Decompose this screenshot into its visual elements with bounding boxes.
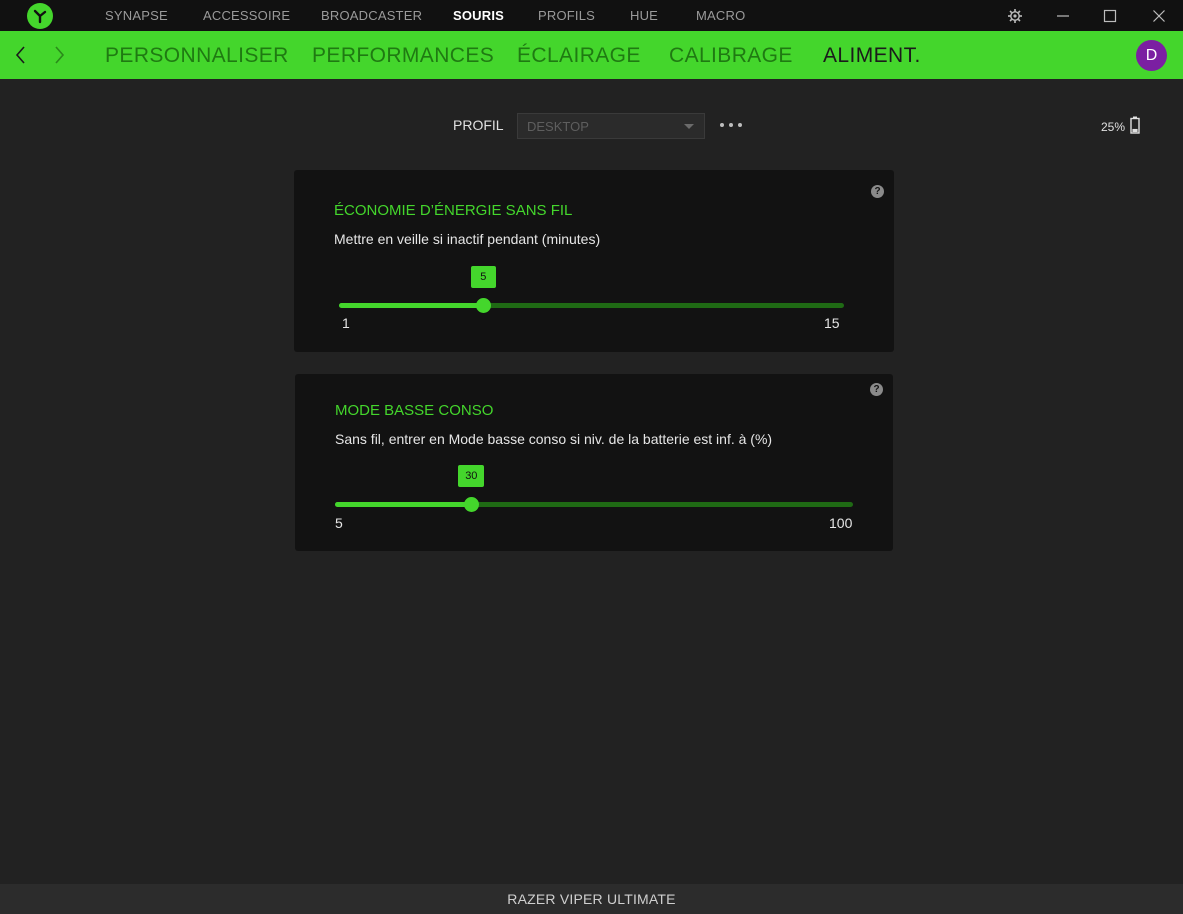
low-power-slider[interactable]: 30 <box>335 465 853 512</box>
topnav-broadcaster[interactable]: BROADCASTER <box>321 8 422 23</box>
slider-track[interactable] <box>339 303 844 308</box>
topnav-hue[interactable]: HUE <box>630 8 658 23</box>
tab-eclairage[interactable]: ÉCLAIRAGE <box>517 44 641 68</box>
tab-performances[interactable]: PERFORMANCES <box>312 44 494 68</box>
topnav-souris[interactable]: SOURIS <box>453 8 504 23</box>
power-saving-slider[interactable]: 5 <box>339 266 844 313</box>
forward-arrow-icon[interactable] <box>47 43 71 67</box>
avatar[interactable]: D <box>1136 40 1167 71</box>
tab-aliment[interactable]: ALIMENT. <box>823 44 921 68</box>
slider-value-bubble: 30 <box>458 465 485 487</box>
power-saving-title: ÉCONOMIE D’ÉNERGIE SANS FIL <box>334 202 573 219</box>
profile-dropdown-value: DESKTOP <box>527 119 589 134</box>
slider-fill <box>339 303 484 308</box>
topnav-synapse[interactable]: SYNAPSE <box>105 8 168 23</box>
slider-thumb[interactable] <box>475 298 491 313</box>
razer-logo-icon[interactable] <box>27 3 53 29</box>
close-icon[interactable] <box>1149 6 1169 26</box>
sub-nav-bar: PERSONNALISER PERFORMANCES ÉCLAIRAGE CAL… <box>0 31 1183 79</box>
minimize-icon[interactable] <box>1053 6 1073 26</box>
slider-min-label: 1 <box>342 315 350 331</box>
battery-icon <box>1130 116 1140 134</box>
slider-thumb[interactable] <box>463 497 479 512</box>
slider-value-bubble: 5 <box>470 266 496 288</box>
settings-gear-icon[interactable] <box>1005 6 1025 26</box>
slider-min-label: 5 <box>335 515 343 531</box>
topnav-macro[interactable]: MACRO <box>696 8 745 23</box>
slider-fill <box>335 502 472 507</box>
back-arrow-icon[interactable] <box>9 43 33 67</box>
more-dots-icon[interactable] <box>720 118 742 132</box>
tab-calibrage[interactable]: CALIBRAGE <box>669 44 793 68</box>
topnav-accessoire[interactable]: ACCESSOIRE <box>203 8 290 23</box>
low-power-card: ? MODE BASSE CONSO Sans fil, entrer en M… <box>295 374 893 551</box>
title-bar: SYNAPSE ACCESSOIRE BROADCASTER SOURIS PR… <box>0 0 1183 31</box>
maximize-icon[interactable] <box>1100 6 1120 26</box>
low-power-description: Sans fil, entrer en Mode basse conso si … <box>335 431 773 447</box>
dropdown-caret-icon <box>684 124 694 129</box>
slider-max-label: 15 <box>824 315 840 331</box>
battery-level: 25% <box>1101 120 1126 134</box>
device-name: RAZER VIPER ULTIMATE <box>507 891 676 907</box>
status-footer: RAZER VIPER ULTIMATE <box>0 884 1183 914</box>
slider-track[interactable] <box>335 502 853 507</box>
low-power-title: MODE BASSE CONSO <box>335 402 494 419</box>
topnav-profils[interactable]: PROFILS <box>538 8 595 23</box>
power-saving-description: Mettre en veille si inactif pendant (min… <box>334 231 601 247</box>
help-icon[interactable]: ? <box>870 383 883 396</box>
power-saving-card: ? ÉCONOMIE D’ÉNERGIE SANS FIL Mettre en … <box>294 170 894 352</box>
slider-max-label: 100 <box>829 515 853 531</box>
profile-label: PROFIL <box>453 117 504 133</box>
profile-dropdown[interactable]: DESKTOP <box>517 113 705 139</box>
help-icon[interactable]: ? <box>871 185 884 198</box>
tab-personnaliser[interactable]: PERSONNALISER <box>105 44 289 68</box>
